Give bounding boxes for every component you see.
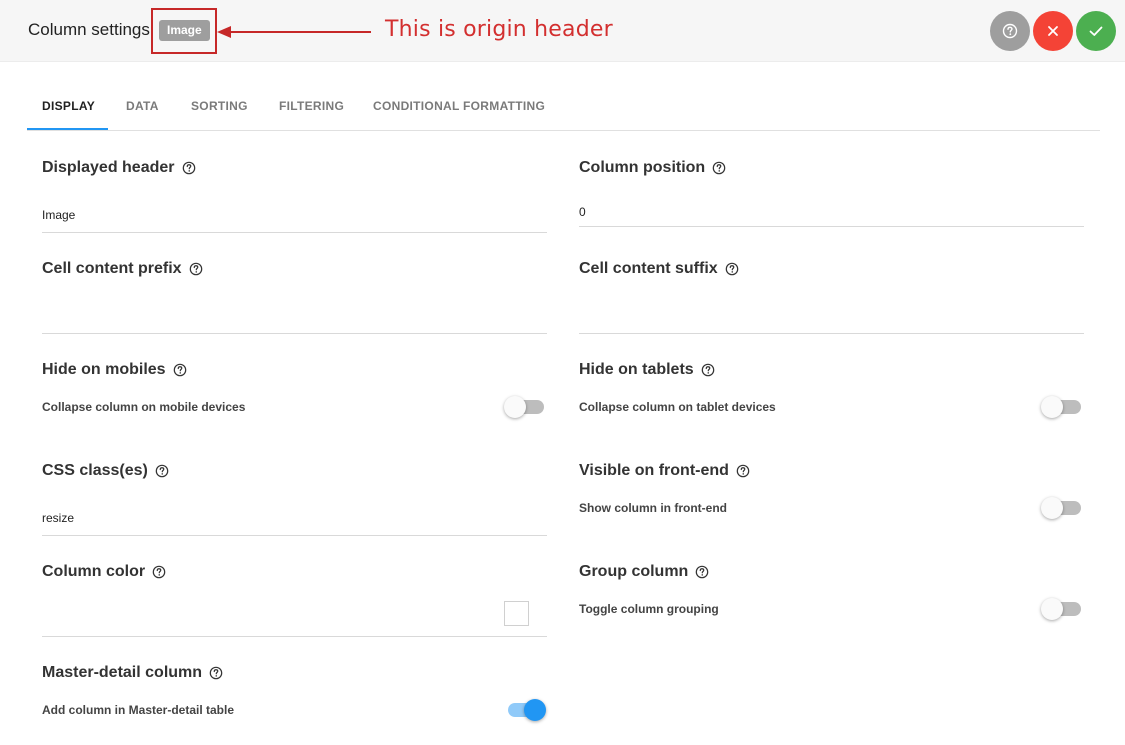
annotation-highlight-box (151, 8, 217, 54)
tab-sorting[interactable]: SORTING (191, 99, 248, 113)
toggle-thumb (1041, 396, 1063, 418)
hide-mobiles-description: Collapse column on mobile devices (42, 400, 246, 414)
help-circle-icon (1002, 23, 1018, 39)
css-classes-input[interactable]: resize (42, 511, 74, 525)
css-classes-label: CSS class(es) (42, 462, 169, 480)
modal-title: Column settings (28, 20, 150, 39)
modal-header: Column settings Image This is origin hea… (0, 0, 1125, 62)
master-detail-description: Add column in Master-detail table (42, 703, 235, 717)
cell-suffix-underline (579, 333, 1084, 334)
visible-frontend-description: Show column in front-end (579, 501, 727, 515)
help-circle-icon[interactable] (725, 262, 739, 276)
cell-prefix-label: Cell content prefix (42, 260, 203, 278)
help-circle-icon[interactable] (209, 666, 223, 680)
css-classes-underline (42, 535, 547, 536)
column-color-swatch[interactable] (504, 601, 529, 626)
master-detail-toggle[interactable] (504, 696, 546, 721)
active-tab-indicator (27, 128, 108, 130)
displayed-header-label: Displayed header (42, 159, 196, 177)
help-circle-icon[interactable] (701, 363, 715, 377)
hide-mobiles-label: Hide on mobiles (42, 361, 187, 379)
help-circle-icon[interactable] (736, 464, 750, 478)
help-circle-icon[interactable] (189, 262, 203, 276)
column-color-underline (42, 636, 547, 637)
column-position-input[interactable]: 0 (579, 205, 586, 219)
displayed-header-underline (42, 232, 547, 233)
toggle-thumb (1041, 598, 1063, 620)
column-color-label: Column color (42, 563, 166, 581)
group-column-label: Group column (579, 563, 709, 581)
toggle-thumb (524, 699, 546, 721)
hide-tablets-toggle[interactable] (1041, 393, 1081, 418)
visible-frontend-toggle[interactable] (1041, 494, 1081, 519)
tab-display[interactable]: DISPLAY (42, 99, 95, 113)
help-button[interactable] (990, 11, 1030, 51)
master-detail-label: Master-detail column (42, 664, 223, 682)
annotation-arrow-icon (217, 26, 371, 38)
annotation-text: This is origin header (385, 17, 613, 42)
tab-conditional-formatting[interactable]: CONDITIONAL FORMATTING (373, 99, 545, 113)
settings-tabs: DISPLAY DATA SORTING FILTERING CONDITION… (27, 84, 1100, 131)
help-circle-icon[interactable] (182, 161, 196, 175)
help-circle-icon[interactable] (712, 161, 726, 175)
check-icon (1089, 26, 1103, 36)
close-icon (1048, 26, 1058, 36)
hide-tablets-label: Hide on tablets (579, 361, 715, 379)
hide-mobiles-toggle[interactable] (504, 393, 544, 418)
cell-suffix-label: Cell content suffix (579, 260, 739, 278)
toggle-thumb (504, 396, 526, 418)
save-button[interactable] (1076, 11, 1116, 51)
help-circle-icon[interactable] (695, 565, 709, 579)
cell-prefix-underline (42, 333, 547, 334)
hide-tablets-description: Collapse column on tablet devices (579, 400, 776, 414)
group-column-toggle[interactable] (1041, 595, 1081, 620)
visible-frontend-label: Visible on front-end (579, 462, 750, 480)
column-position-label: Column position (579, 159, 726, 177)
group-column-description: Toggle column grouping (579, 602, 719, 616)
tab-filtering[interactable]: FILTERING (279, 99, 344, 113)
column-position-underline (579, 226, 1084, 227)
cancel-button[interactable] (1033, 11, 1073, 51)
help-circle-icon[interactable] (152, 565, 166, 579)
help-circle-icon[interactable] (173, 363, 187, 377)
toggle-thumb (1041, 497, 1063, 519)
help-circle-icon[interactable] (155, 464, 169, 478)
tab-data[interactable]: DATA (126, 99, 159, 113)
displayed-header-input[interactable]: Image (42, 208, 75, 222)
